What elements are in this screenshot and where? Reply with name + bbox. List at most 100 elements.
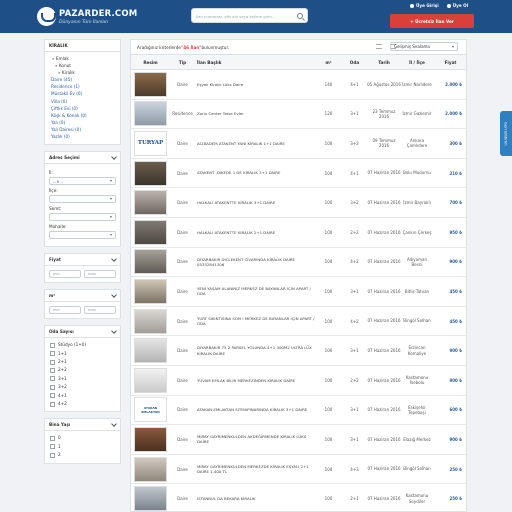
checkbox[interactable] bbox=[50, 342, 55, 348]
cell-image[interactable] bbox=[131, 483, 170, 511]
cell-title[interactable]: İSTANBUL DA BEKARA KİRALIK bbox=[195, 483, 315, 511]
table-row[interactable]: Daire DİYARBAKIR DİCLEKENT CİVARINDA KİRA… bbox=[131, 247, 466, 278]
cell-image[interactable] bbox=[131, 69, 170, 100]
category-item[interactable]: Yazlık (0) bbox=[51, 133, 116, 140]
checkbox[interactable] bbox=[50, 401, 55, 407]
cell-image[interactable] bbox=[131, 454, 170, 485]
register-link[interactable]: Üye Ol bbox=[446, 3, 468, 8]
cell-image[interactable] bbox=[131, 424, 170, 455]
table-row[interactable]: Residence Zorlu Center Tetse Evler 120 3+1 2… bbox=[131, 99, 466, 130]
cell-image[interactable] bbox=[131, 158, 170, 189]
listing-photo[interactable] bbox=[134, 456, 167, 482]
listing-photo[interactable] bbox=[134, 160, 167, 186]
category-item[interactable]: Yalı (0) bbox=[51, 119, 116, 126]
table-row[interactable]: Daire HALKALI ATAKENTTE KİRALIK 3+1 DAİRE… bbox=[131, 187, 466, 218]
listing-photo[interactable] bbox=[134, 338, 167, 364]
cell-title[interactable]: YUVAM EMLAK BİLİR MERKEZİNDEN KİRALIK DA… bbox=[195, 365, 315, 396]
list-view-icon[interactable] bbox=[376, 44, 382, 49]
price-header[interactable]: Fiyat bbox=[45, 254, 120, 267]
checkbox-option[interactable]: 1 bbox=[50, 443, 115, 451]
checkbox-option[interactable]: 4+1 bbox=[50, 392, 115, 400]
checkbox[interactable] bbox=[50, 376, 55, 382]
checkbox[interactable] bbox=[50, 368, 55, 374]
checkbox-option[interactable]: 2 bbox=[50, 451, 115, 459]
cell-image[interactable] bbox=[131, 247, 170, 278]
area-max-input[interactable]: max bbox=[84, 306, 116, 315]
listing-photo[interactable]: ATAKAN EMLAKTAN bbox=[134, 397, 167, 423]
cell-title[interactable]: YENİ YAŞAM ALANINIZ MERKEZ DE BAYANLAR İ… bbox=[195, 276, 315, 307]
address-header[interactable]: Adres Seçimi bbox=[45, 152, 120, 165]
sort-select[interactable]: Gelişmiş Sıralama bbox=[390, 42, 458, 51]
cell-image[interactable] bbox=[131, 99, 170, 130]
search-input[interactable]: İlan numarası, ofis adı veya kelime giri… bbox=[191, 8, 308, 23]
area-min-input[interactable]: min bbox=[49, 306, 81, 315]
table-row[interactable]: Daire Eşyalı Kiralık Lüks Daire 140 4+1 05 A… bbox=[131, 69, 466, 100]
col-rooms[interactable]: Oda bbox=[342, 54, 367, 70]
cell-title[interactable]: Zorlu Center Tetse Evler bbox=[195, 99, 315, 130]
checkbox-option[interactable]: 1+1 bbox=[50, 350, 115, 358]
listing-photo[interactable] bbox=[134, 426, 167, 452]
cell-title[interactable]: HALKALI ATAKENTTE KİRALIK 3+1 DAİRE bbox=[195, 187, 315, 218]
cell-title[interactable]: DİYARBAKIR 75 2 PARSEL YOLUNDA 4+1 300M2… bbox=[195, 335, 315, 366]
ilce-select[interactable] bbox=[49, 195, 116, 204]
category-item[interactable]: Köşk & Konak (0) bbox=[51, 112, 116, 119]
checkbox-option[interactable]: 0 bbox=[50, 434, 115, 442]
cell-title[interactable]: MİRAY GAYRİMENKULDEN MERKEZDE KİRALIK EŞ… bbox=[195, 454, 315, 485]
checkbox[interactable] bbox=[50, 452, 55, 458]
category-item[interactable]: Çiftlik Evi (0) bbox=[51, 105, 116, 112]
checkbox-option[interactable]: Stüdyo (1+0) bbox=[50, 341, 115, 349]
checkbox-option[interactable]: 2+1 bbox=[50, 358, 115, 366]
checkbox[interactable] bbox=[50, 384, 55, 390]
tree-konut[interactable]: » Konut bbox=[51, 62, 116, 69]
cell-image[interactable]: TURYAP bbox=[131, 128, 170, 159]
col-date[interactable]: Tarih bbox=[367, 54, 401, 70]
area-header[interactable]: m² bbox=[45, 290, 120, 303]
site-logo[interactable]: PAZARDER.COM Dünyanın Tüm İlanları bbox=[37, 7, 137, 26]
category-item[interactable]: Villa (0) bbox=[51, 98, 116, 105]
cell-title[interactable]: DİYARBAKIR DİCLEKENT CİVARINDA KİRALIK D… bbox=[195, 247, 315, 278]
category-item[interactable]: Yalı Dairesi (0) bbox=[51, 126, 116, 133]
checkbox[interactable] bbox=[50, 351, 55, 357]
col-location[interactable]: İl / İlçe bbox=[401, 54, 433, 70]
col-price[interactable]: Fiyat bbox=[433, 54, 466, 70]
checkbox-option[interactable]: 4+2 bbox=[50, 400, 115, 408]
listing-photo[interactable] bbox=[134, 367, 167, 393]
table-row[interactable]: Daire MİRAY GAYRİMENKULDEN MERKEZDE KİRAL… bbox=[131, 454, 466, 485]
cell-title[interactable]: ATAKAN EMLAKTAN SITMAPINARINDA KİRALIK 3… bbox=[195, 395, 315, 426]
cell-title[interactable]: YURT SIKINTISINA SON ! MERKEZ DE BAYANLA… bbox=[195, 306, 315, 337]
cell-image[interactable]: ATAKAN EMLAKTAN bbox=[131, 395, 170, 426]
tree-emlak[interactable]: » Emlak bbox=[51, 55, 116, 62]
table-row[interactable]: TURYAP Daire ACIBADEM ATAKENT YANI KİRALIK… bbox=[131, 128, 466, 159]
semt-select[interactable] bbox=[49, 213, 116, 222]
cell-image[interactable] bbox=[131, 276, 170, 307]
checkbox-option[interactable]: 3+1 bbox=[50, 375, 115, 383]
col-type[interactable]: Tip bbox=[170, 54, 195, 70]
age-header[interactable]: Bina Yaşı bbox=[45, 419, 120, 432]
mahalle-select[interactable] bbox=[49, 231, 116, 240]
category-item[interactable]: Daire (45) bbox=[51, 76, 116, 83]
listing-photo[interactable] bbox=[134, 71, 167, 97]
table-row[interactable]: Daire HALKALI ATAKENTTE KİRALIK 2+1 DAİRE… bbox=[131, 217, 466, 248]
category-item[interactable]: Müstakil Ev (0) bbox=[51, 90, 116, 97]
cell-title[interactable]: HALKALI ATAKENTTE KİRALIK 2+1 DAİRE bbox=[195, 217, 315, 248]
listing-photo[interactable] bbox=[134, 278, 167, 304]
checkbox[interactable] bbox=[50, 359, 55, 365]
table-row[interactable]: ATAKAN EMLAKTAN Daire ATAKAN EMLAKTAN SITM… bbox=[131, 395, 466, 426]
cell-image[interactable] bbox=[131, 335, 170, 366]
col-m2[interactable]: m² bbox=[315, 54, 342, 70]
category-item[interactable]: Residence (1) bbox=[51, 83, 116, 90]
listing-photo[interactable] bbox=[134, 308, 167, 334]
listing-photo[interactable] bbox=[134, 249, 167, 275]
listing-photo[interactable] bbox=[134, 486, 167, 511]
table-row[interactable]: Daire ATAKENT ,DİKEDE 1 DE KİRALIK 3+1 DA… bbox=[131, 158, 466, 189]
rooms-header[interactable]: Oda Sayısı bbox=[45, 326, 120, 339]
cell-title[interactable]: MİRAY GAYRİMENKULDEN AKDEĞİRMENDE KİRALI… bbox=[195, 424, 315, 455]
cell-image[interactable] bbox=[131, 187, 170, 218]
table-row[interactable]: Daire YENİ YAŞAM ALANINIZ MERKEZ DE BAYAN… bbox=[131, 276, 466, 307]
checkbox[interactable] bbox=[50, 393, 55, 399]
il-select[interactable]: -- İl -- bbox=[49, 177, 116, 186]
price-min-input[interactable]: min bbox=[49, 270, 81, 279]
tree-kiralik[interactable]: » Kiralık bbox=[51, 69, 116, 76]
listing-photo[interactable] bbox=[134, 190, 167, 216]
listing-photo[interactable]: TURYAP bbox=[134, 130, 167, 156]
